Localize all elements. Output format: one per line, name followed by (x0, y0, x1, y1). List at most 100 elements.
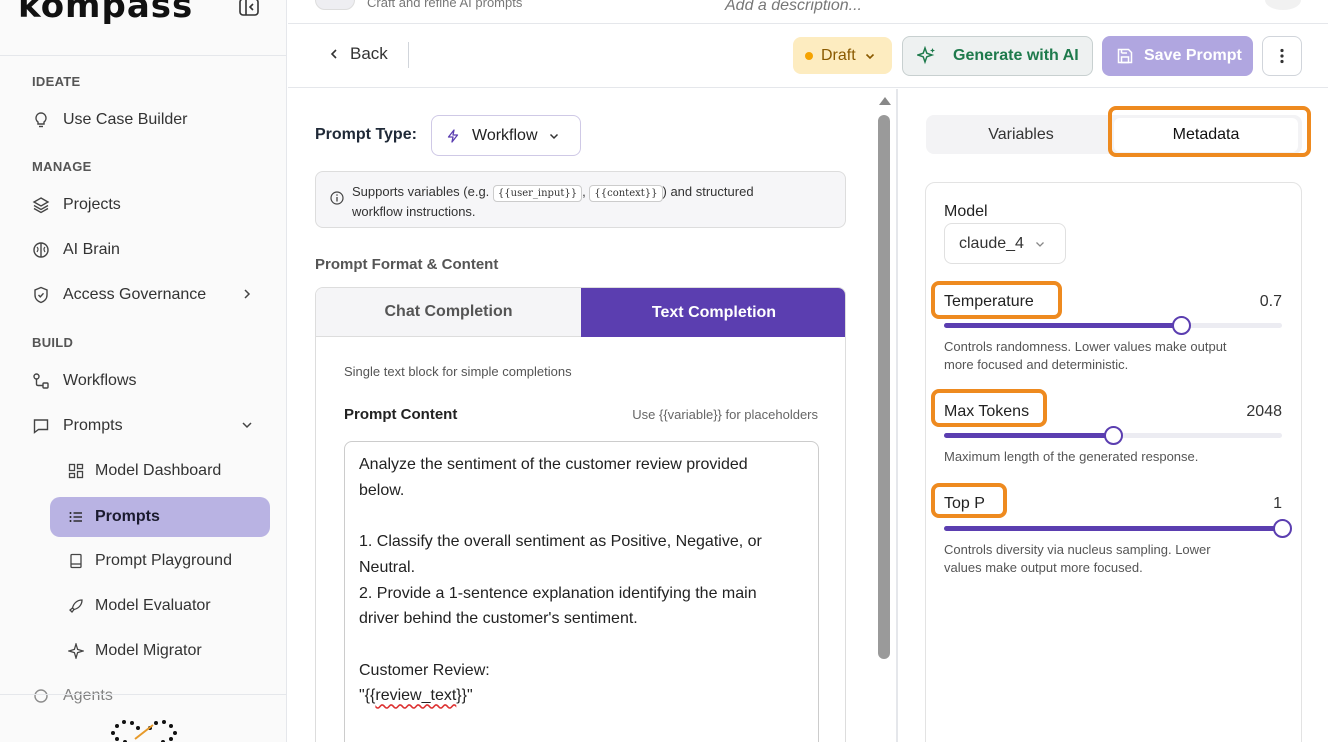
content-line-variable: "{{review_text}}" (359, 683, 804, 709)
chevron-left-icon (330, 49, 337, 59)
section-build: BUILD (32, 335, 74, 350)
prompt-content-label: Prompt Content (344, 406, 458, 423)
tab-text-completion[interactable]: Text Completion (581, 288, 845, 337)
info-icon (330, 191, 344, 210)
sidebar-subitem-prompts[interactable]: Prompts (50, 497, 270, 537)
max-tokens-slider-thumb[interactable] (1104, 426, 1123, 445)
max-tokens-slider-fill (944, 433, 1113, 438)
sidebar-subitem-model-dashboard[interactable]: Model Dashboard (50, 451, 270, 491)
info-comma: , (582, 184, 586, 199)
sidebar-item-label: Access Governance (63, 286, 207, 303)
top-p-slider-thumb[interactable] (1273, 519, 1292, 538)
collapse-sidebar-icon[interactable] (239, 0, 259, 16)
content-line: 1. Classify the overall sentiment as Pos… (359, 533, 762, 551)
save-label: Save Prompt (1144, 47, 1242, 64)
kebab-icon (1280, 48, 1284, 64)
max-tokens-label: Max Tokens (944, 403, 1030, 420)
generate-label: Generate with AI (953, 47, 1079, 64)
chevron-down-icon (1035, 241, 1044, 247)
shield-icon (32, 286, 50, 304)
model-select[interactable]: claude_4 (944, 223, 1066, 264)
back-button[interactable]: Back (328, 44, 388, 64)
brain-icon (32, 241, 50, 259)
help-line: Maximum length of the generated response… (944, 449, 1199, 464)
footer-logo-icon (105, 713, 183, 742)
panel-divider (896, 89, 898, 742)
info-text: ) and structured (662, 184, 754, 199)
sidebar-item-label: AI Brain (63, 241, 120, 258)
sidebar-subitem-label: Model Dashboard (95, 462, 222, 479)
message-icon (32, 417, 50, 435)
rocket-icon (68, 598, 84, 614)
brand-logo[interactable]: kompass (18, 0, 193, 26)
chevron-down-icon (240, 418, 254, 432)
sidebar-item-workflows[interactable]: Workflows (32, 363, 262, 399)
sidebar-item-access-governance[interactable]: Access Governance (32, 277, 262, 313)
temperature-help: Controls randomness. Lower values make o… (944, 338, 1264, 374)
tab-chat-completion[interactable]: Chat Completion (316, 288, 581, 337)
sparkle-icon (917, 46, 935, 65)
sidebar-subitem-model-evaluator[interactable]: Model Evaluator (50, 586, 270, 626)
agents-icon (32, 687, 50, 705)
page-subtitle: Craft and refine AI prompts (367, 0, 523, 10)
prompt-type-label: Prompt Type: (315, 126, 417, 143)
sidebar-divider (0, 55, 286, 56)
content-line: Analyze the sentiment of the customer re… (359, 456, 748, 473)
sidebar-item-prompts[interactable]: Prompts (32, 408, 262, 444)
save-prompt-button[interactable]: Save Prompt (1102, 36, 1253, 76)
status-dropdown[interactable]: Draft (793, 37, 892, 74)
list-icon (68, 509, 84, 525)
metadata-tab-highlight (1108, 106, 1311, 157)
generate-with-ai-button[interactable]: Generate with AI (902, 36, 1093, 76)
scrollbar-thumb[interactable] (878, 115, 890, 659)
sidebar-subitem-model-migrator[interactable]: Model Migrator (50, 631, 270, 671)
lightbulb-icon (32, 111, 50, 129)
sidebar-subitem-prompt-playground[interactable]: Prompt Playground (50, 541, 270, 581)
top-p-slider-fill (944, 526, 1282, 531)
content-text: "{{ (359, 687, 376, 705)
top-p-value: 1 (1273, 495, 1282, 512)
sidebar-item-ai-brain[interactable]: AI Brain (32, 232, 262, 268)
temperature-slider[interactable] (944, 316, 1282, 335)
document-icon (68, 553, 84, 569)
sidebar-item-label: Workflows (63, 372, 137, 389)
temperature-slider-thumb[interactable] (1171, 316, 1191, 335)
content-variable: review_text (375, 687, 457, 705)
description-input[interactable]: Add a description... (725, 0, 862, 15)
header-circle-button[interactable] (1265, 0, 1301, 10)
content-line: 2. Provide a 1-sentence explanation iden… (359, 584, 757, 602)
layers-icon (32, 196, 50, 214)
sidebar-item-use-case-builder[interactable]: Use Case Builder (32, 102, 262, 138)
content-line: driver behind the customer's sentiment. (359, 610, 638, 628)
top-p-label: Top P (944, 495, 985, 512)
grid-icon (68, 463, 84, 479)
content-text: }}" (456, 687, 473, 705)
content-line (359, 632, 804, 658)
chevron-down-icon (865, 53, 874, 59)
sidebar-subitem-label: Model Evaluator (95, 597, 211, 614)
more-options-button[interactable] (1262, 36, 1302, 76)
prompt-content-textarea[interactable]: Analyze the sentiment of the customer re… (344, 441, 819, 742)
sidebar-subitem-label: Prompt Playground (95, 552, 232, 569)
content-line: below. (359, 481, 405, 499)
temperature-value: 0.7 (1259, 293, 1282, 310)
info-line-1: Supports variables (e.g. {{user_input}},… (352, 182, 833, 202)
sidebar-subitem-label: Model Migrator (95, 642, 202, 659)
section-ideate: IDEATE (32, 74, 81, 89)
sidebar-item-label: Prompts (63, 417, 123, 434)
back-label: Back (350, 44, 388, 63)
sidebar-item-agents[interactable]: Agents (32, 678, 262, 714)
temperature-label: Temperature (944, 293, 1034, 310)
max-tokens-help: Maximum length of the generated response… (944, 448, 1264, 466)
tab-variables[interactable]: Variables (926, 115, 1116, 154)
sidebar-item-label: Projects (63, 196, 121, 213)
chevron-right-icon (240, 287, 254, 301)
scroll-up-arrow-icon[interactable] (879, 97, 891, 105)
sidebar-item-label: Agents (63, 687, 113, 704)
sidebar-item-projects[interactable]: Projects (32, 187, 262, 223)
divider (408, 42, 409, 68)
content-line (359, 503, 804, 529)
top-p-slider[interactable] (944, 519, 1292, 538)
max-tokens-slider[interactable] (944, 426, 1282, 445)
prompt-type-select[interactable]: Workflow (431, 115, 581, 156)
